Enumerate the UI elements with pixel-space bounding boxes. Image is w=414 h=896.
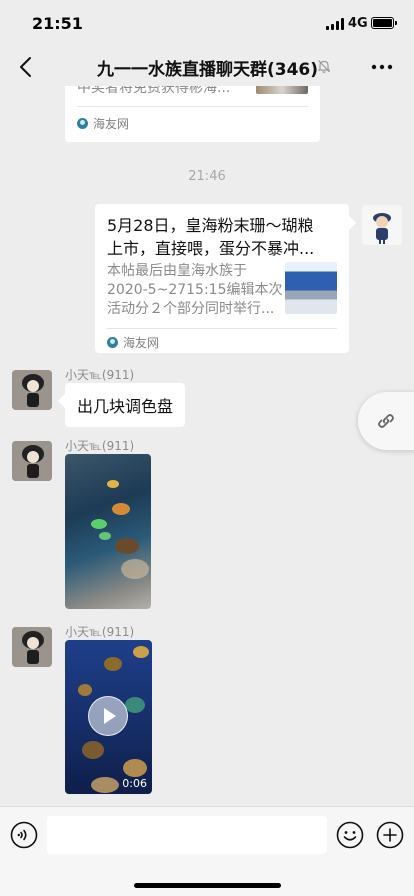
- link-icon: [378, 414, 394, 428]
- link-card-title: 5月28日，皇海粉末珊～瑚粮 上市，直接喂，蛋分不暴冲...: [107, 216, 315, 258]
- status-bar: 21:51 4G: [0, 0, 414, 48]
- emoji-icon: [336, 821, 364, 849]
- mute-bell-icon: [317, 60, 331, 73]
- text-message-bubble[interactable]: 出几块调色盘: [65, 383, 186, 427]
- chat-title: 九一一水族直播聊天群(346): [97, 60, 319, 80]
- chevron-left-icon: [20, 57, 31, 77]
- chat-area[interactable]: 中奖者将免费获得彬海... 海友网 21:46 5月28日，皇海粉末珊～瑚粮 上…: [0, 86, 414, 806]
- floating-link-button[interactable]: [358, 392, 414, 450]
- voice-icon: [10, 821, 38, 849]
- input-bar: [0, 806, 414, 896]
- sender-avatar[interactable]: [12, 441, 52, 481]
- signal-icon: [326, 18, 344, 30]
- sender-name: 小天℡(911): [65, 625, 135, 639]
- battery-icon: [371, 17, 397, 29]
- status-time: 21:51: [32, 14, 83, 33]
- home-indicator: [134, 883, 281, 888]
- plus-icon: [376, 821, 404, 849]
- shared-link-card[interactable]: 5月28日，皇海粉末珊～瑚粮 上市，直接喂，蛋分不暴冲... 本帖最后由皇海水族…: [95, 204, 357, 353]
- more-functions-button[interactable]: [376, 821, 404, 849]
- link-card-description: 本帖最后由皇海水族于 2020-5~2715:15编辑本次 活动分２个部分同时举…: [107, 263, 283, 317]
- network-label: 4G: [348, 16, 368, 31]
- top-card-source: 海友网: [93, 117, 130, 131]
- source-icon: [107, 337, 118, 348]
- sender-avatar-icon: [12, 441, 52, 481]
- police-avatar-icon: [362, 205, 402, 245]
- sender-avatar-icon: [12, 370, 52, 410]
- more-dots-icon: [371, 64, 393, 70]
- play-button[interactable]: [88, 696, 128, 736]
- play-icon: [103, 707, 116, 724]
- message-text: 出几块调色盘: [77, 397, 174, 416]
- sender-avatar[interactable]: [12, 627, 52, 667]
- back-button[interactable]: [14, 54, 40, 80]
- more-button[interactable]: [368, 55, 396, 79]
- coral-photo: [91, 480, 149, 579]
- link-card-thumbnail: [285, 262, 337, 314]
- sender-name: 小天℡(911): [65, 368, 135, 382]
- top-card-thumbnail: [256, 86, 308, 94]
- top-link-card[interactable]: 中奖者将免费获得彬海... 海友网: [65, 86, 320, 142]
- top-card-text: 中奖者将免费获得彬海...: [77, 86, 231, 96]
- nav-bar: 九一一水族直播聊天群(346): [0, 48, 414, 86]
- source-icon: [77, 118, 88, 129]
- sender-avatar-icon: [12, 627, 52, 667]
- message-input[interactable]: [47, 816, 327, 854]
- my-avatar[interactable]: [362, 205, 402, 245]
- sender-name: 小天℡(911): [65, 439, 135, 453]
- sender-avatar[interactable]: [12, 370, 52, 410]
- message-timestamp: 21:46: [188, 169, 226, 184]
- voice-button[interactable]: [10, 821, 38, 849]
- video-message[interactable]: 0:06: [65, 640, 152, 794]
- emoji-button[interactable]: [336, 821, 364, 849]
- video-duration: 0:06: [122, 777, 147, 790]
- image-message[interactable]: [65, 454, 151, 609]
- link-card-source: 海友网: [123, 336, 160, 350]
